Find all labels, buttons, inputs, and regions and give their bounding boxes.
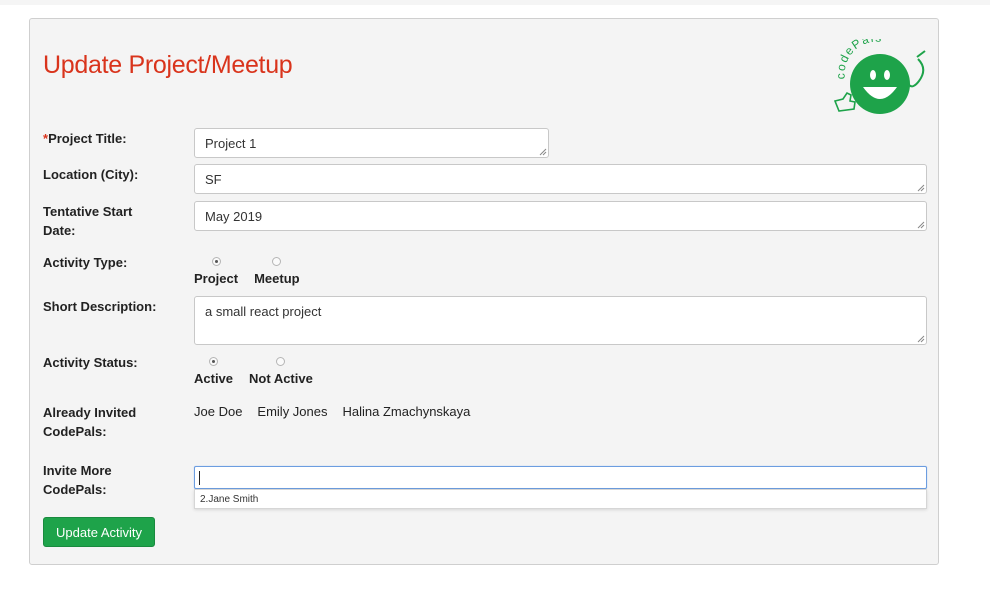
page-title: Update Project/Meetup	[43, 51, 293, 79]
update-activity-form-panel: Update Project/Meetup codePals *Project …	[29, 18, 939, 565]
activity-type-option-meetup[interactable]: Meetup	[254, 257, 300, 286]
location-input[interactable]: SF	[194, 164, 927, 194]
start-date-label-line1: Tentative Start	[43, 204, 133, 219]
text-caret	[199, 471, 200, 485]
location-value: SF	[205, 172, 222, 187]
invite-suggestion-item[interactable]: 2.Jane Smith	[194, 489, 927, 509]
project-radio-label: Project	[194, 271, 239, 286]
activity-status-option-active[interactable]: Active	[194, 357, 233, 386]
resize-grip-icon[interactable]	[917, 184, 925, 192]
activity-status-label: Activity Status:	[43, 355, 138, 370]
already-invited-label: Already Invited CodePals:	[43, 403, 183, 441]
already-invited-list: Joe Doe Emily Jones Halina Zmachynskaya	[194, 404, 485, 419]
project-title-label-text: Project Title:	[48, 131, 127, 146]
invite-more-label-line2: CodePals:	[43, 482, 107, 497]
start-date-label: Tentative Start Date:	[43, 202, 183, 240]
not-active-radio[interactable]	[276, 357, 286, 366]
activity-status-option-not-active[interactable]: Not Active	[249, 357, 313, 386]
update-activity-button[interactable]: Update Activity	[43, 517, 155, 547]
activity-type-option-project[interactable]: Project	[194, 257, 238, 286]
meetup-radio-label: Meetup	[254, 271, 300, 286]
resize-grip-icon[interactable]	[917, 221, 925, 229]
location-label: Location (City):	[43, 167, 139, 182]
project-title-value: Project 1	[205, 136, 257, 151]
invite-more-label: Invite More CodePals:	[43, 461, 183, 499]
activity-type-label: Activity Type:	[43, 255, 128, 270]
invited-codepal: Halina Zmachynskaya	[342, 404, 471, 419]
short-description-value: a small react project	[205, 304, 322, 319]
invite-more-input[interactable]	[194, 466, 927, 489]
start-date-label-line2: Date:	[43, 223, 76, 238]
already-invited-label-line2: CodePals:	[43, 424, 107, 439]
project-title-label: *Project Title:	[43, 129, 183, 148]
invited-codepal: Joe Doe	[194, 404, 243, 419]
project-title-input[interactable]: Project 1	[194, 128, 549, 158]
active-radio[interactable]	[209, 357, 219, 366]
resize-grip-icon[interactable]	[539, 148, 547, 156]
not-active-radio-label: Not Active	[249, 371, 313, 386]
meetup-radio[interactable]	[272, 257, 282, 266]
start-date-value: May 2019	[205, 209, 263, 224]
invite-more-label-line1: Invite More	[43, 463, 112, 478]
activity-type-radio-group: Project Meetup	[194, 257, 316, 286]
project-radio[interactable]	[211, 257, 221, 266]
activity-status-radio-group: Active Not Active	[194, 357, 329, 386]
codepals-logo: codePals	[833, 39, 926, 114]
short-description-input[interactable]: a small react project	[194, 296, 927, 345]
resize-grip-icon[interactable]	[917, 335, 925, 343]
already-invited-label-line1: Already Invited	[43, 405, 137, 420]
start-date-input[interactable]: May 2019	[194, 201, 927, 231]
page-top-strip	[0, 0, 990, 5]
short-description-label: Short Description:	[43, 299, 157, 314]
active-radio-label: Active	[194, 371, 234, 386]
invited-codepal: Emily Jones	[257, 404, 328, 419]
